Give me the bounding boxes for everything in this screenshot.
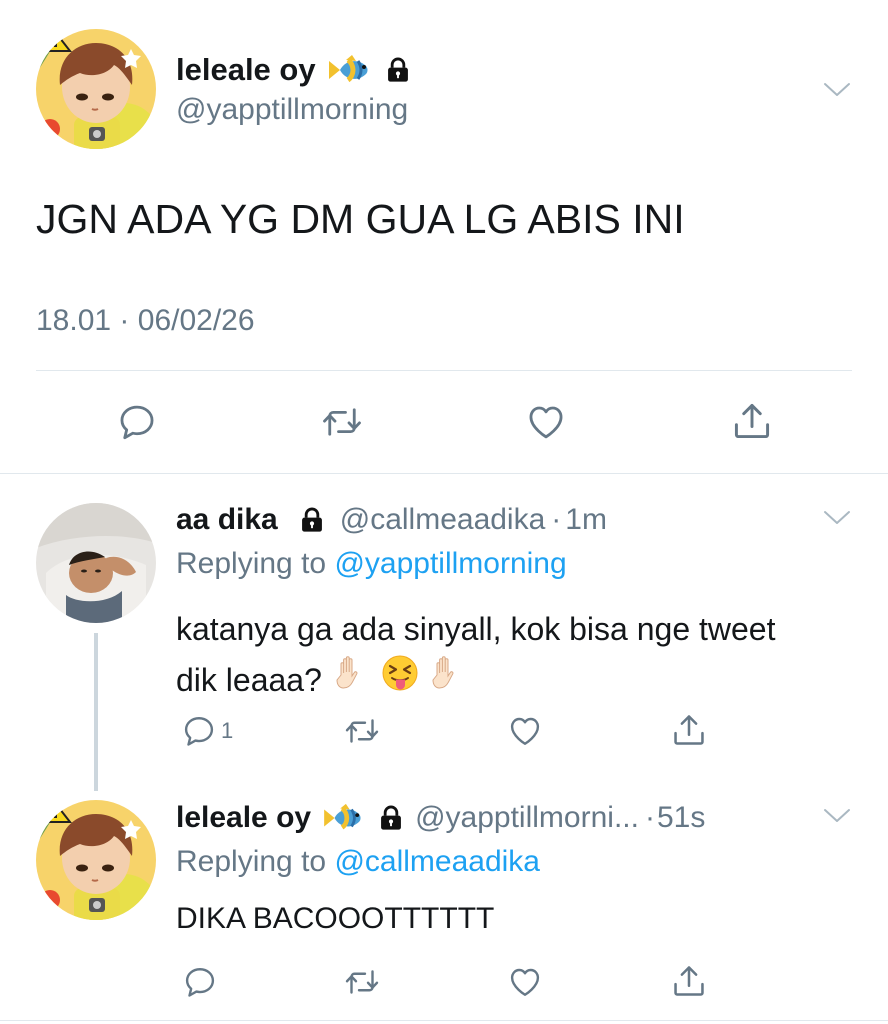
- meta-separator: ·: [644, 801, 655, 834]
- like-icon[interactable]: [525, 401, 567, 443]
- share-icon[interactable]: [730, 399, 774, 443]
- tweet-date: 06/02/26: [137, 304, 255, 337]
- replying-prefix: Replying to: [176, 845, 327, 878]
- share-icon[interactable]: [670, 962, 708, 1000]
- divider: [36, 370, 852, 371]
- like-icon[interactable]: [507, 713, 543, 749]
- avatar[interactable]: [36, 800, 156, 920]
- meta-separator: ·: [551, 503, 562, 536]
- section-divider: [0, 473, 888, 474]
- tweet-text-line: katanya ga ada sinyall, kok bisa nge twe…: [176, 611, 776, 647]
- reply-icon[interactable]: [116, 401, 158, 443]
- lock-icon: [298, 506, 326, 534]
- replying-to: Replying to @yapptillmorning: [176, 547, 567, 581]
- chevron-down-icon[interactable]: [822, 80, 852, 100]
- fish-emoji-icon: [321, 801, 367, 835]
- tweet-text: DIKA BACOOOTTTTTT: [176, 902, 495, 935]
- thread-line: [94, 633, 98, 791]
- retweet-icon[interactable]: [343, 713, 381, 749]
- handle[interactable]: @yapptillmorning: [176, 93, 408, 127]
- raised-hand-emoji-icon: [332, 653, 372, 706]
- tweet-time: 1m: [565, 503, 607, 536]
- timestamp-separator: ·: [119, 304, 130, 337]
- like-icon[interactable]: [507, 964, 543, 1000]
- chevron-down-icon[interactable]: [822, 806, 852, 826]
- display-name[interactable]: leleale oy: [176, 52, 316, 88]
- reply-icon[interactable]: [182, 964, 218, 1000]
- handle[interactable]: @yapptillmorni...: [415, 801, 639, 835]
- avatar[interactable]: [36, 503, 156, 623]
- replying-prefix: Replying to: [176, 547, 327, 580]
- tweet-timestamp: 18.01 · 06/02/26: [36, 304, 255, 338]
- replying-to: Replying to @callmeaadika: [176, 845, 540, 879]
- lock-icon: [377, 804, 405, 832]
- display-name[interactable]: leleale oy: [176, 801, 311, 835]
- reply-count: 1: [221, 718, 234, 743]
- section-divider: [0, 1020, 888, 1021]
- tweet-text: katanya ga ada sinyall, kok bisa nge twe…: [176, 605, 775, 706]
- chevron-down-icon[interactable]: [822, 508, 852, 528]
- replying-to-link[interactable]: @callmeaadika: [334, 845, 540, 878]
- raised-hand-emoji-icon: [428, 653, 468, 706]
- retweet-icon[interactable]: [320, 401, 364, 443]
- lock-icon: [384, 56, 412, 84]
- reply-button[interactable]: 1: [181, 713, 233, 749]
- tweet-text: JGN ADA YG DM GUA LG ABIS INI: [36, 196, 685, 242]
- tweet-time: 51s: [656, 801, 706, 834]
- fish-emoji-icon: [326, 52, 374, 88]
- retweet-icon[interactable]: [343, 964, 381, 1000]
- avatar[interactable]: [36, 29, 156, 149]
- tongue-face-emoji-icon: [380, 653, 420, 706]
- handle[interactable]: @callmeaadika: [340, 503, 546, 537]
- share-icon[interactable]: [670, 711, 708, 749]
- reply-icon[interactable]: [181, 713, 217, 749]
- tweet-time: 18.01: [36, 304, 112, 337]
- display-name[interactable]: aa dika: [176, 503, 278, 537]
- replying-to-link[interactable]: @yapptillmorning: [334, 547, 566, 580]
- tweet-text-line: dik leaaa?: [176, 661, 322, 698]
